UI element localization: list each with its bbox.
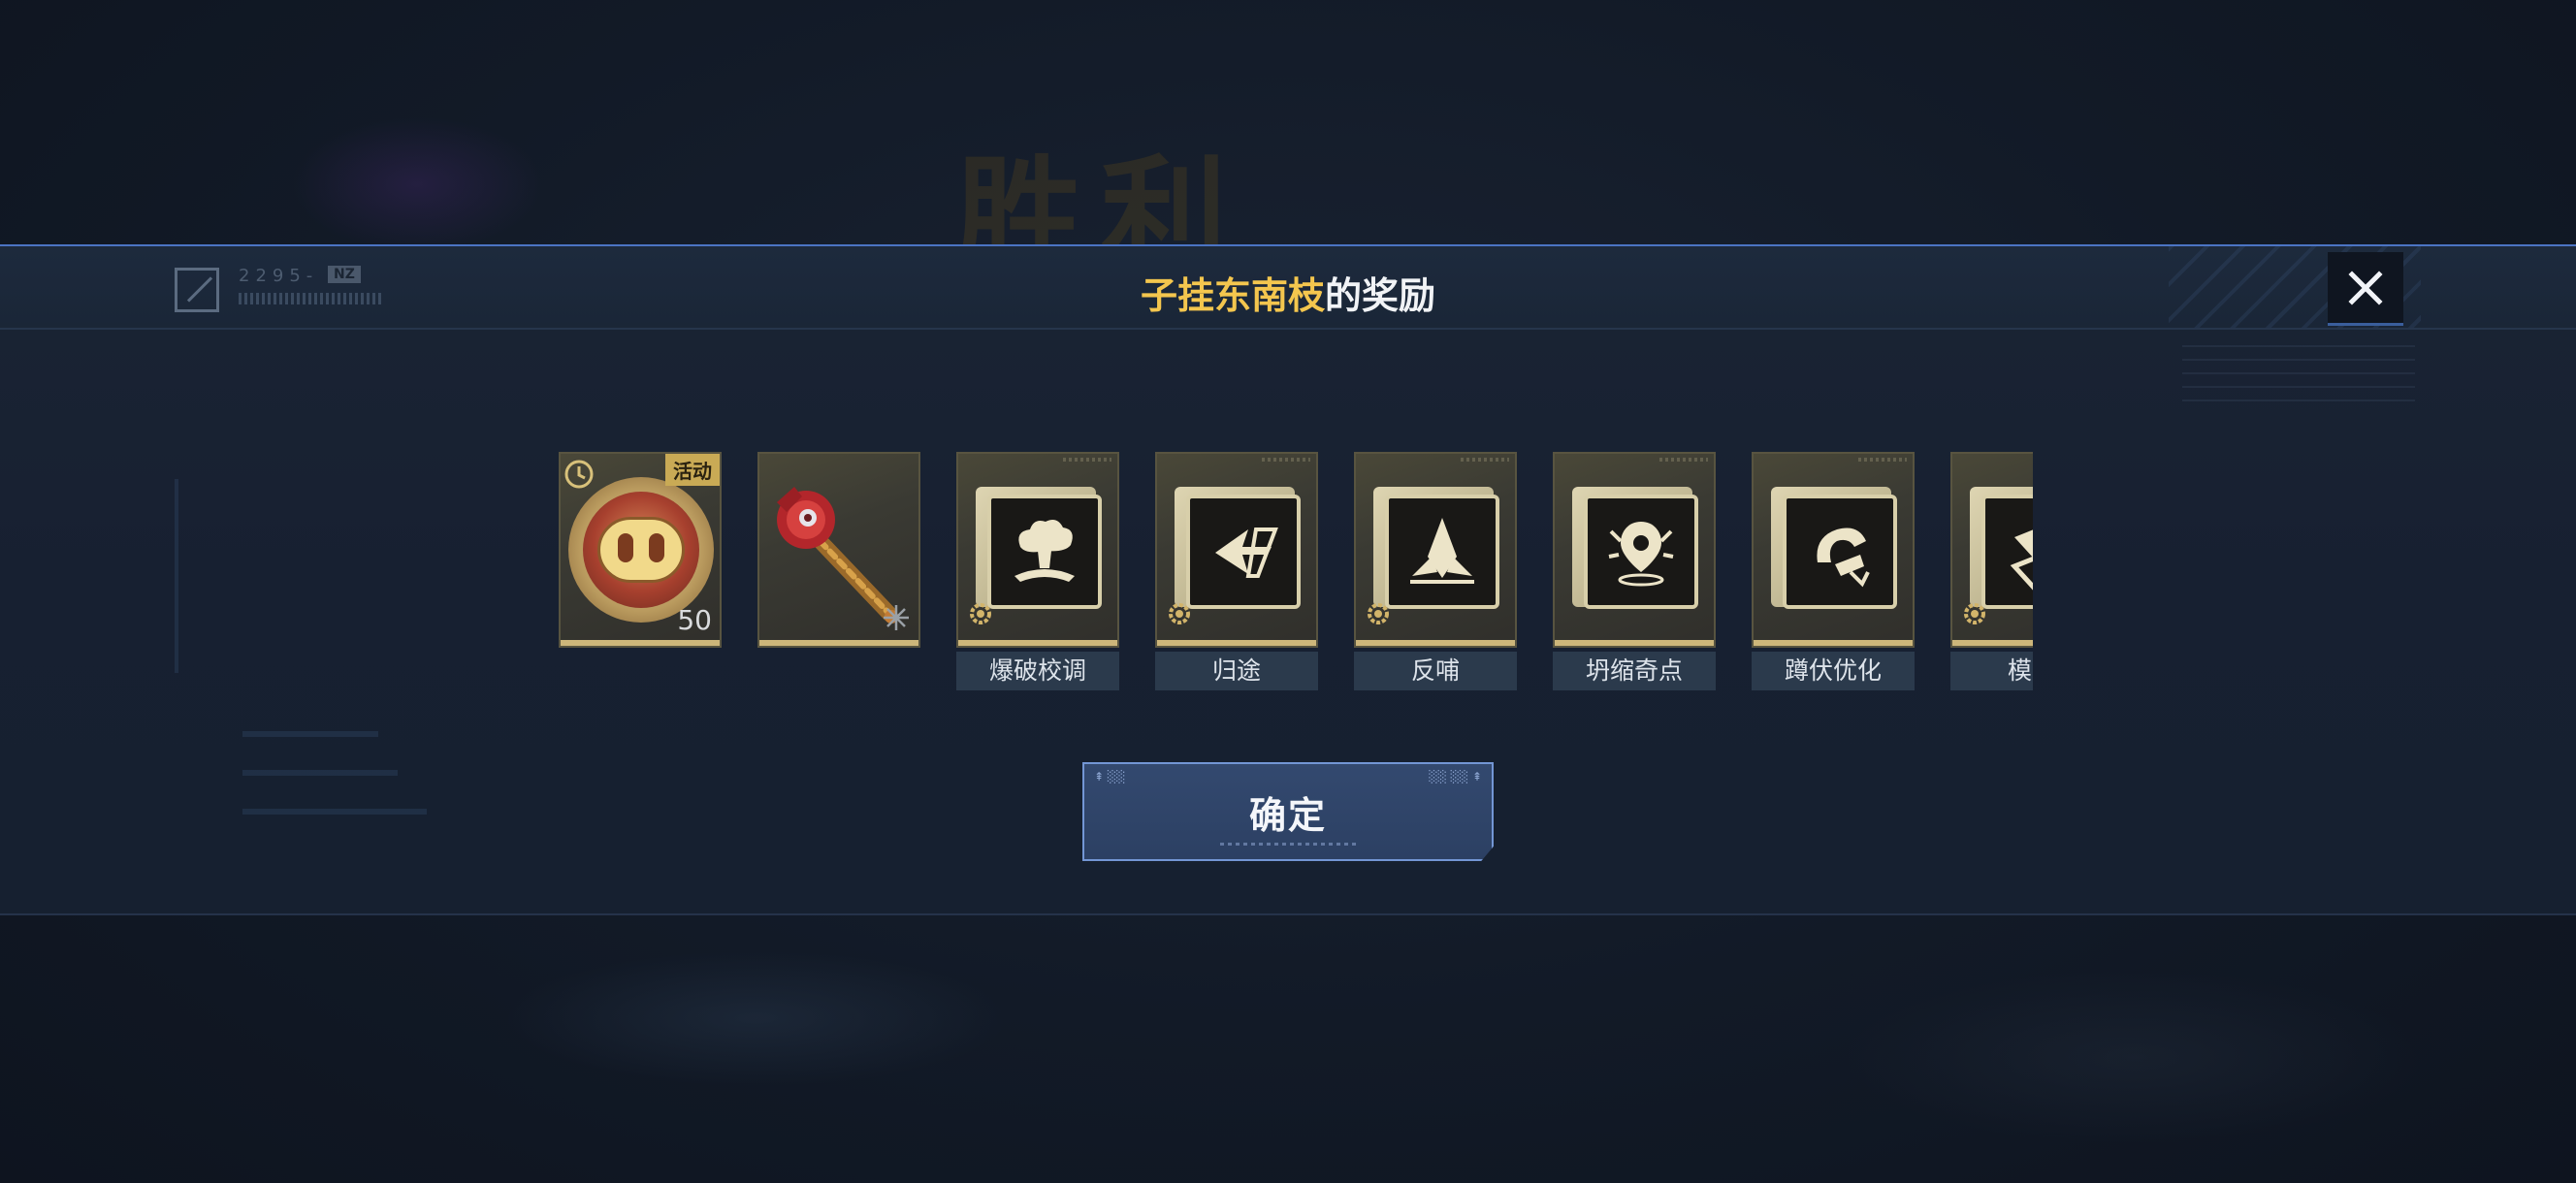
reward-label: 坍缩奇点 <box>1553 652 1716 690</box>
player-name: 子挂东南枝 <box>1140 274 1325 317</box>
background-glow <box>504 950 1009 1086</box>
pig-coin-icon <box>568 477 714 623</box>
reward-list: 活动 50 爆破校调 归途 反哺 坍缩奇点 蹲伏优化 模 <box>559 452 2033 694</box>
crouch-chip-icon <box>1817 528 1870 588</box>
reward-item-activity-coin[interactable]: 活动 50 <box>559 452 722 648</box>
reward-screen: 胜利 2295- NZ 子挂东南枝的奖励 活动 50 爆破校调 归途 反哺 坍缩… <box>0 0 2576 1183</box>
reward-item-weapon-skin[interactable] <box>757 452 920 648</box>
close-icon <box>2348 270 2383 305</box>
reward-label: 模式 <box>1950 652 2033 690</box>
side-decoration <box>175 460 466 906</box>
reward-item-chip[interactable] <box>1354 452 1517 648</box>
activity-badge: 活动 <box>665 454 720 486</box>
singularity-chip-icon <box>1608 522 1674 587</box>
clock-icon <box>564 460 594 489</box>
spark-icon <box>884 605 909 630</box>
reward-label: 爆破校调 <box>956 652 1119 690</box>
background-glow <box>1843 970 2425 1144</box>
crystal-chip-icon <box>1410 518 1474 584</box>
gear-icon <box>1368 603 1389 624</box>
reward-count: 50 <box>677 604 712 636</box>
title-suffix: 的奖励 <box>1325 274 1436 317</box>
reward-label: 反哺 <box>1354 652 1517 690</box>
confirm-decoration <box>1220 843 1356 846</box>
reward-item-chip[interactable] <box>1950 452 2033 648</box>
gear-icon <box>970 603 991 624</box>
background-glow <box>291 116 543 252</box>
reward-item-chip[interactable] <box>956 452 1119 648</box>
confirm-button[interactable]: ⇞ ░░ ░░ ░░ ⇞ 确定 <box>1082 762 1494 861</box>
gear-icon <box>1964 603 1985 624</box>
reward-item-chip[interactable] <box>1553 452 1716 648</box>
gear-icon <box>1169 603 1190 624</box>
return-path-chip-icon <box>1215 528 1278 578</box>
confirm-label: 确定 <box>1248 793 1327 837</box>
reward-item-chip[interactable] <box>1155 452 1318 648</box>
explosion-chip-icon <box>1014 520 1075 582</box>
reward-label: 蹲伏优化 <box>1752 652 1915 690</box>
side-decoration <box>2182 343 2415 401</box>
reward-item-chip[interactable] <box>1752 452 1915 648</box>
mode-chip-icon <box>2010 529 2033 591</box>
close-button[interactable] <box>2328 252 2403 326</box>
modal-header: 2295- NZ 子挂东南枝的奖励 <box>0 246 2576 330</box>
reward-label: 归途 <box>1155 652 1318 690</box>
